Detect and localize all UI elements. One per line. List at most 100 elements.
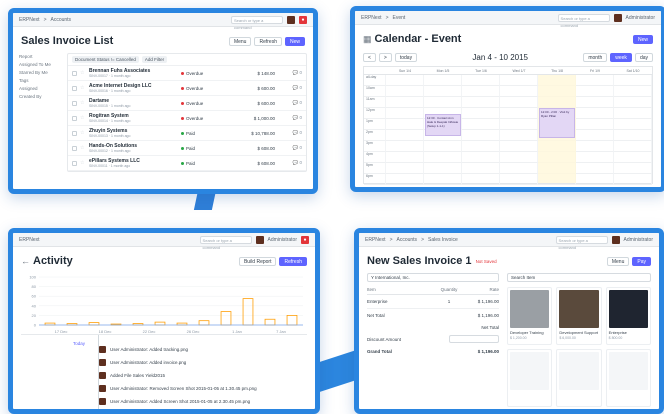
calendar-slot[interactable] [462, 119, 500, 130]
invoice-name[interactable]: Dartame SINV-00015 · 1 month ago [89, 98, 181, 108]
build-report-button[interactable]: Build Report [238, 256, 277, 266]
calendar-slot[interactable] [386, 119, 424, 130]
activity-item[interactable]: User Administrator: Added invoice.png [83, 356, 307, 369]
calendar-slot[interactable] [386, 97, 424, 108]
invoice-name[interactable]: Rogitran System SINV-00014 · 1 month ago [89, 113, 181, 123]
product-card[interactable]: Enterprise $ 800.00 [605, 287, 651, 345]
calendar-slot[interactable] [424, 152, 462, 163]
calendar-slot[interactable] [424, 86, 462, 97]
refresh-button[interactable]: Refresh [279, 256, 307, 266]
avatar[interactable] [287, 15, 295, 24]
breadcrumb-accounts[interactable]: Accounts [396, 237, 417, 243]
calendar-slot[interactable] [614, 174, 652, 185]
calendar-slot[interactable] [576, 130, 614, 141]
calendar-slot[interactable] [386, 174, 424, 185]
calendar-slot[interactable] [500, 152, 538, 163]
user-menu[interactable]: Administrator [624, 237, 653, 243]
view-week-button[interactable]: week [610, 53, 632, 62]
product-card[interactable] [507, 349, 553, 407]
row-checkbox[interactable] [72, 100, 77, 106]
calendar-slot[interactable] [576, 75, 614, 86]
calendar-slot[interactable] [462, 97, 500, 108]
table-row[interactable]: ☆ Acme Internet Design LLC SINV-00016 · 1 … [68, 81, 306, 96]
avatar[interactable] [611, 235, 620, 244]
new-event-button[interactable]: New [632, 34, 653, 44]
invoice-name[interactable]: ePillars Systems LLC SINV-00011 · 1 month… [89, 158, 181, 168]
menu-button[interactable]: Menu [606, 256, 630, 266]
table-row[interactable]: ☆ Hands-On Solutions SINV-00012 · 1 month … [68, 141, 306, 156]
avatar[interactable] [613, 13, 622, 22]
calendar-slot[interactable] [576, 119, 614, 130]
prev-button[interactable]: < [363, 53, 376, 62]
breadcrumb-sales-invoice[interactable]: Sales Invoice [428, 237, 458, 243]
new-button[interactable]: New [284, 36, 305, 46]
app-logo[interactable]: ERPNext [19, 237, 40, 243]
star-icon[interactable]: ☆ [80, 70, 86, 76]
sidebar-item-starred[interactable]: Starred By Me [19, 69, 67, 77]
calendar-slot[interactable] [576, 108, 614, 119]
invoice-name[interactable]: Brennan Fuhs Associates SINV-00017 · 1 mo… [89, 68, 181, 78]
calendar-slot[interactable] [500, 97, 538, 108]
avatar[interactable] [255, 235, 264, 244]
product-card[interactable] [556, 349, 602, 407]
app-logo[interactable]: ERPNext [361, 15, 382, 21]
calendar-slot[interactable] [500, 174, 538, 185]
table-row[interactable]: ☆ Rogitran System SINV-00014 · 1 month ago… [68, 111, 306, 126]
star-icon[interactable]: ☆ [80, 85, 86, 91]
view-month-button[interactable]: month [583, 53, 608, 62]
calendar-slot[interactable] [614, 163, 652, 174]
breadcrumb[interactable]: Event [392, 15, 405, 21]
refresh-button[interactable]: Refresh [254, 36, 282, 46]
app-logo[interactable]: ERPNext [365, 237, 386, 243]
calendar-slot[interactable] [614, 75, 652, 86]
calendar-slot[interactable] [424, 174, 462, 185]
sidebar-item-created-by[interactable]: Created By [19, 93, 67, 101]
search-input[interactable]: Search or type a command [231, 15, 283, 30]
pay-button[interactable]: Pay [632, 256, 651, 266]
sidebar-item-assigned[interactable]: Assigned [19, 85, 67, 93]
menu-button[interactable]: Menu [228, 36, 252, 46]
calendar-slot[interactable] [500, 86, 538, 97]
calendar-slot[interactable] [614, 86, 652, 97]
star-icon[interactable]: ☆ [80, 100, 86, 106]
add-filter-button[interactable]: Add Filter [141, 56, 168, 63]
row-checkbox[interactable] [72, 160, 77, 166]
quantity-stepper[interactable]: 1 [427, 299, 471, 304]
app-logo[interactable]: ERPNext [19, 17, 40, 23]
star-icon[interactable]: ☆ [80, 115, 86, 121]
calendar-slot[interactable] [462, 141, 500, 152]
calendar-event[interactable]: 12:30 · Contact Ann Hale & Deepak Inflow… [425, 113, 461, 136]
calendar-slot[interactable] [500, 163, 538, 174]
view-day-button[interactable]: day [634, 53, 653, 62]
invoice-name[interactable]: Acme Internet Design LLC SINV-00016 · 1 m… [89, 83, 181, 93]
customer-field[interactable]: Y International, Inc. [367, 273, 499, 282]
calendar-slot[interactable] [576, 152, 614, 163]
calendar-slot[interactable] [424, 163, 462, 174]
row-checkbox[interactable] [72, 115, 77, 121]
notification-icon[interactable]: ● [301, 235, 309, 244]
search-input[interactable]: Search or type a command [555, 235, 608, 250]
sidebar-item-report[interactable]: Report [19, 53, 67, 61]
calendar-slot[interactable] [386, 141, 424, 152]
calendar-slot[interactable] [614, 130, 652, 141]
back-arrow-icon[interactable]: ← [21, 256, 30, 266]
table-row[interactable]: ☆ Brennan Fuhs Associates SINV-00017 · 1 m… [68, 66, 306, 81]
table-row[interactable]: ☆ Zhuyin Systems SINV-00013 · 1 month ago P… [68, 126, 306, 141]
today-button[interactable]: today [394, 53, 418, 62]
calendar-slot[interactable] [462, 86, 500, 97]
calendar-slot[interactable] [386, 75, 424, 86]
product-card[interactable]: Developer Training $ 1,200.00 [507, 287, 553, 345]
calendar-slot[interactable] [462, 152, 500, 163]
calendar-slot[interactable] [500, 108, 538, 119]
calendar-slot[interactable] [462, 130, 500, 141]
calendar-slot[interactable] [576, 86, 614, 97]
calendar-slot[interactable] [614, 141, 652, 152]
invoice-name[interactable]: Zhuyin Systems SINV-00013 · 1 month ago [89, 128, 181, 138]
activity-item[interactable]: Added File Sales Yield2015 [83, 369, 307, 382]
next-button[interactable]: > [378, 53, 392, 62]
calendar-slot[interactable] [614, 108, 652, 119]
invoice-name[interactable]: Hands-On Solutions SINV-00012 · 1 month a… [89, 143, 181, 153]
notification-icon[interactable]: ● [299, 15, 307, 24]
sidebar-item-tags[interactable]: Tags [19, 77, 67, 85]
calendar-slot[interactable] [576, 163, 614, 174]
